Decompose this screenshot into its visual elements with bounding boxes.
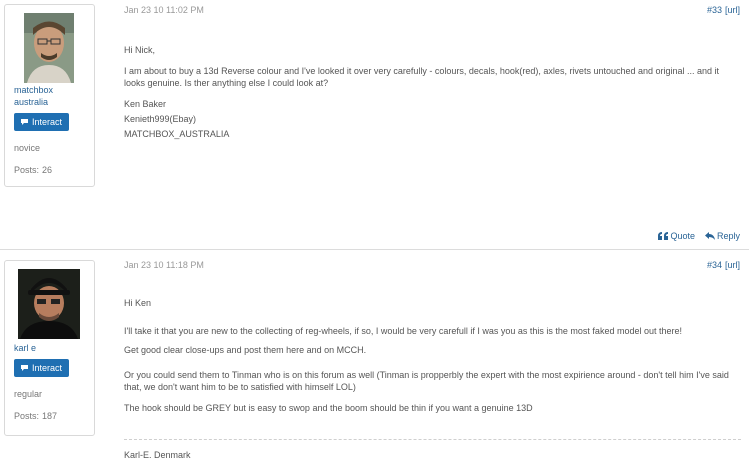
- reply-label: Reply: [716, 231, 740, 241]
- post-number: #34 [url]: [707, 260, 740, 270]
- username-line1[interactable]: matchbox: [14, 84, 94, 96]
- user-rank: regular: [14, 389, 43, 399]
- post-url-link[interactable]: [url]: [725, 260, 740, 270]
- quote-label: Quote: [670, 231, 695, 241]
- post-date: Jan 23 10 11:18 PM: [124, 260, 204, 270]
- post-count-value: 187: [42, 411, 58, 421]
- forum-post: karl e Interact regular Posts: 187 Jan 23…: [0, 249, 749, 462]
- post-paragraph: I'll take it that you are new to the col…: [124, 326, 682, 336]
- reply-button[interactable]: Reply: [704, 231, 740, 241]
- post-paragraph: MATCHBOX_AUSTRALIA: [124, 129, 230, 139]
- post-paragraph: Ken Baker: [124, 99, 167, 109]
- avatar[interactable]: [24, 13, 74, 83]
- username[interactable]: karl e: [14, 342, 94, 354]
- post-number: #33 [url]: [707, 5, 740, 15]
- post-url-link[interactable]: [url]: [725, 5, 740, 15]
- interact-button[interactable]: Interact: [14, 113, 70, 131]
- post-date: Jan 23 10 11:02 PM: [124, 5, 204, 15]
- user-rank: novice: [14, 143, 41, 153]
- reply-arrow-icon: [704, 232, 715, 240]
- user-info-box: matchbox australia Interact novice Posts…: [4, 4, 95, 187]
- post-paragraph: The hook should be GREY but is easy to s…: [124, 403, 533, 413]
- chat-bubble-icon: [21, 365, 28, 371]
- interact-label: Interact: [32, 117, 63, 127]
- post-paragraph: Or you could send them to Tinman who is …: [124, 370, 729, 392]
- username-line2[interactable]: australia: [14, 96, 94, 108]
- post-count: Posts: 187: [14, 411, 94, 421]
- post-paragraph: Kenieth999(Ebay): [124, 114, 197, 124]
- chat-bubble-icon: [21, 119, 28, 125]
- avatar[interactable]: [18, 269, 80, 339]
- post-body: Hi Ken I'll take it that you are new to …: [124, 297, 741, 414]
- username-line1[interactable]: karl e: [14, 342, 94, 354]
- post-count-label: Posts:: [14, 165, 40, 175]
- username[interactable]: matchbox australia: [14, 84, 94, 108]
- post-count-label: Posts:: [14, 411, 40, 421]
- forum-post: matchbox australia Interact novice Posts…: [0, 0, 749, 248]
- quote-icon: [658, 232, 669, 240]
- signature-divider: [124, 439, 741, 440]
- interact-button[interactable]: Interact: [14, 359, 70, 377]
- post-paragraph: I am about to buy a 13d Reverse colour a…: [124, 66, 720, 88]
- signature: Karl-E. Denmark: [124, 450, 191, 460]
- post-count: Posts: 26: [14, 165, 94, 175]
- post-count-value: 26: [42, 165, 53, 175]
- post-number-link[interactable]: #33: [707, 5, 722, 15]
- post-actions: Quote Reply: [658, 231, 740, 241]
- post-paragraph: Hi Ken: [124, 298, 152, 308]
- interact-label: Interact: [32, 363, 63, 373]
- post-number-link[interactable]: #34: [707, 260, 722, 270]
- user-info-box: karl e Interact regular Posts: 187: [4, 260, 95, 436]
- quote-button[interactable]: Quote: [658, 231, 695, 241]
- post-body: Hi Nick, I am about to buy a 13d Reverse…: [124, 44, 741, 140]
- post-paragraph: Hi Nick,: [124, 45, 155, 55]
- post-paragraph: Get good clear close-ups and post them h…: [124, 345, 367, 355]
